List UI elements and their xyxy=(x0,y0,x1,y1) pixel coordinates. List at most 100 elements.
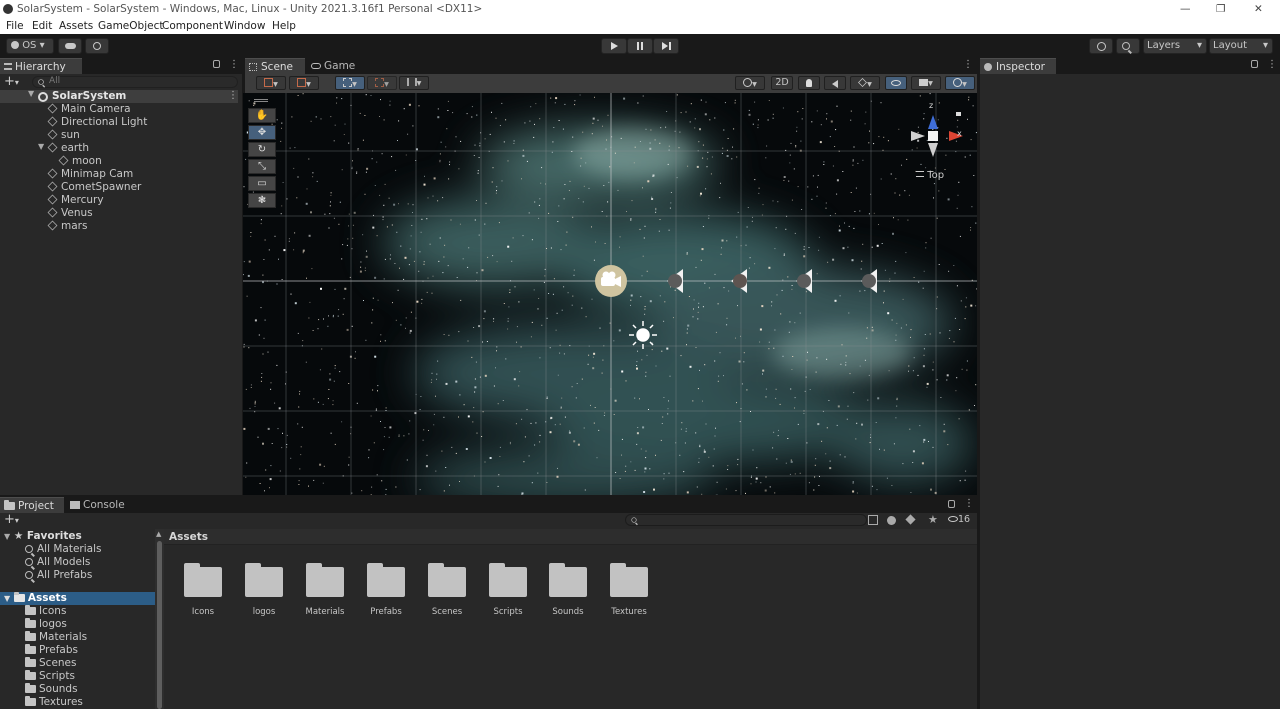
hierarchy-item[interactable]: earth xyxy=(47,142,89,155)
hidden-packages-toggle[interactable]: 16 xyxy=(948,514,970,527)
audio-toggle[interactable] xyxy=(824,76,846,90)
folder-icon[interactable] xyxy=(549,563,587,597)
star-icon[interactable]: ★ xyxy=(928,513,938,526)
main-camera-gizmo[interactable] xyxy=(595,265,627,297)
asset-folder[interactable]: Prefabs xyxy=(25,644,78,657)
scene-viewport[interactable]: z x Top xyxy=(243,93,977,495)
hierarchy-item[interactable]: Minimap Cam xyxy=(47,168,133,181)
close-button[interactable]: ✕ xyxy=(1254,0,1266,19)
collab-button[interactable] xyxy=(85,38,109,54)
grid-folder-label[interactable]: Sounds xyxy=(538,607,598,617)
favorite-item[interactable]: All Prefabs xyxy=(25,569,92,582)
step-button[interactable] xyxy=(653,38,679,54)
menu-edit[interactable]: Edit xyxy=(32,19,52,34)
create-asset-button[interactable]: +▾ xyxy=(4,512,19,527)
folder-icon[interactable] xyxy=(245,563,283,597)
hierarchy-item[interactable]: Directional Light xyxy=(47,116,147,129)
kebab-menu-icon[interactable]: ⋮ xyxy=(229,59,239,70)
orientation-gizmo[interactable] xyxy=(911,112,963,157)
lighting-toggle[interactable] xyxy=(798,76,820,90)
filter-by-type-icon[interactable] xyxy=(887,516,896,525)
folder-icon[interactable] xyxy=(367,563,405,597)
layers-dropdown[interactable]: Layers ▾ xyxy=(1143,38,1207,54)
folder-icon[interactable] xyxy=(610,563,648,597)
layout-dropdown[interactable]: Layout ▾ xyxy=(1209,38,1273,54)
move-tool[interactable]: ✥ xyxy=(248,125,276,140)
hierarchy-item[interactable]: Mercury xyxy=(47,194,104,207)
favorites-header[interactable]: ▼ ★ Favorites xyxy=(4,530,82,543)
render-mode-dropdown[interactable]: ▾ xyxy=(289,76,319,90)
menu-file[interactable]: File xyxy=(6,19,24,34)
add-object-button[interactable]: +▾ xyxy=(4,74,19,89)
transform-tool[interactable]: ❃ xyxy=(248,193,276,208)
kebab-menu-icon[interactable]: ⋮ xyxy=(963,59,973,70)
visibility-toggle[interactable] xyxy=(885,76,907,90)
directional-light-gizmo[interactable] xyxy=(629,321,657,349)
menu-window[interactable]: Window xyxy=(224,19,265,34)
hierarchy-search[interactable]: All xyxy=(32,76,238,88)
favorite-item[interactable]: All Materials xyxy=(25,543,101,556)
grid-folder-label[interactable]: Textures xyxy=(599,607,659,617)
scrollbar-thumb[interactable] xyxy=(157,541,162,709)
asset-folder[interactable]: Scripts xyxy=(25,670,75,683)
grid-folder-label[interactable]: Icons xyxy=(173,607,233,617)
expand-arrow-icon[interactable]: ▼ xyxy=(38,142,44,151)
draw-mode-dropdown[interactable]: ▾ xyxy=(256,76,286,90)
label-icon[interactable] xyxy=(905,514,916,525)
expand-arrow-icon[interactable]: ▼ xyxy=(28,89,34,98)
shading-sphere-dropdown[interactable]: ▾ xyxy=(735,76,765,90)
kebab-menu-icon[interactable]: ⋮ xyxy=(964,498,974,509)
tools-overlay-grip[interactable] xyxy=(254,99,268,102)
play-button[interactable] xyxy=(601,38,627,54)
hierarchy-item[interactable]: sun xyxy=(47,129,80,142)
scale-tool[interactable]: ⤡ xyxy=(248,159,276,174)
menu-help[interactable]: Help xyxy=(272,19,296,34)
gizmos-dropdown[interactable]: ▾ xyxy=(945,76,975,90)
project-search-input[interactable] xyxy=(625,514,867,526)
asset-folder[interactable]: Scenes xyxy=(25,657,76,670)
align-dropdown[interactable]: ▾ xyxy=(399,76,429,90)
tab-console[interactable]: Console xyxy=(66,497,132,513)
minimize-button[interactable]: — xyxy=(1180,0,1192,19)
scroll-up-icon[interactable]: ▲ xyxy=(156,530,161,538)
rect-tool[interactable]: ▭ xyxy=(248,176,276,191)
hierarchy-item[interactable]: CometSpawner xyxy=(47,181,141,194)
grid-folder-label[interactable]: Scenes xyxy=(417,607,477,617)
cloud-button[interactable] xyxy=(58,38,82,54)
folder-icon[interactable] xyxy=(306,563,344,597)
grid-folder-label[interactable]: Scripts xyxy=(478,607,538,617)
asset-folder[interactable]: Textures xyxy=(25,696,83,709)
asset-folder[interactable]: Materials xyxy=(25,631,87,644)
kebab-menu-icon[interactable]: ⋮ xyxy=(228,90,238,101)
menu-component[interactable]: Component xyxy=(162,19,223,34)
search-by-type-icon[interactable] xyxy=(868,515,878,525)
folder-icon[interactable] xyxy=(489,563,527,597)
tab-project[interactable]: Project xyxy=(0,497,64,513)
grid-folder-label[interactable]: logos xyxy=(234,607,294,617)
tab-game[interactable]: Game xyxy=(307,58,367,74)
tree-scrollbar[interactable]: ▲ xyxy=(155,529,164,709)
scene-root-row[interactable]: ▼ SolarSystem ⋮ xyxy=(0,89,238,103)
rotate-tool[interactable]: ↻ xyxy=(248,142,276,157)
account-dropdown[interactable]: OS ▾ xyxy=(6,38,54,54)
lock-icon[interactable] xyxy=(213,60,220,68)
history-button[interactable] xyxy=(1089,38,1113,54)
assets-root[interactable]: ▼ Assets xyxy=(0,592,155,605)
pause-button[interactable] xyxy=(627,38,653,54)
grid-folder-label[interactable]: Prefabs xyxy=(356,607,416,617)
tab-hierarchy[interactable]: Hierarchy xyxy=(0,58,82,74)
effects-dropdown[interactable]: ▾ xyxy=(850,76,880,90)
search-button[interactable] xyxy=(1116,38,1140,54)
camera-dropdown[interactable]: ▾ xyxy=(911,76,941,90)
favorite-item[interactable]: All Models xyxy=(25,556,90,569)
hierarchy-item[interactable]: Venus xyxy=(47,207,93,220)
folder-icon[interactable] xyxy=(184,563,222,597)
grid-snap-dropdown[interactable]: ▾ xyxy=(335,76,365,90)
asset-folder[interactable]: Icons xyxy=(25,605,66,618)
lock-icon[interactable] xyxy=(1251,60,1258,68)
hand-tool[interactable]: ✋ xyxy=(248,108,276,123)
asset-folder[interactable]: logos xyxy=(25,618,67,631)
gizmo-view-label[interactable]: Top xyxy=(916,170,944,181)
kebab-menu-icon[interactable]: ⋮ xyxy=(1267,59,1277,70)
tab-inspector[interactable]: Inspector xyxy=(980,58,1056,74)
